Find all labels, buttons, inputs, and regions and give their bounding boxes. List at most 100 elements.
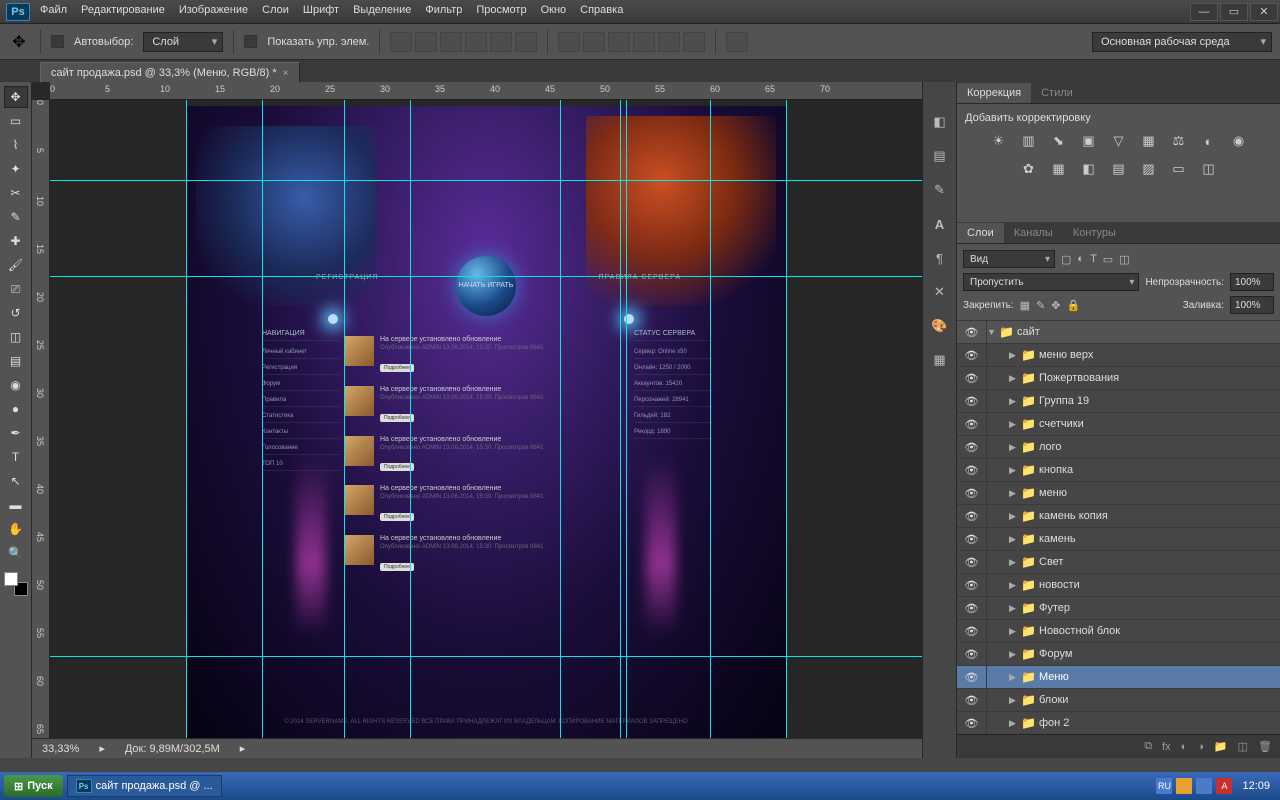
photo-filter-icon[interactable]: ◉	[1229, 132, 1249, 150]
visibility-icon[interactable]: 👁	[957, 528, 987, 550]
distribute-icon[interactable]	[558, 32, 580, 52]
exposure-icon[interactable]: ▣	[1079, 132, 1099, 150]
layer-row[interactable]: 👁▶📁Новостной блок	[957, 620, 1280, 643]
opacity-input[interactable]: 100%	[1230, 273, 1274, 291]
zoom-tool[interactable]: 🔍	[4, 542, 28, 564]
hue-icon[interactable]: ▦	[1139, 132, 1159, 150]
visibility-icon[interactable]: 👁	[957, 413, 987, 435]
menu-item[interactable]: Редактирование	[81, 4, 165, 16]
eraser-tool[interactable]: ◫	[4, 326, 28, 348]
selective-icon[interactable]: ◫	[1199, 160, 1219, 178]
start-button[interactable]: ⊞Пуск	[4, 775, 63, 797]
visibility-icon[interactable]: 👁	[957, 597, 987, 619]
distribute-icon[interactable]	[583, 32, 605, 52]
maximize-button[interactable]: ▭	[1220, 3, 1248, 21]
layers-list[interactable]: 👁▼📁сайт👁▶📁меню верх👁▶📁Пожертвования👁▶📁Гр…	[957, 321, 1280, 734]
visibility-icon[interactable]: 👁	[957, 390, 987, 412]
close-button[interactable]: ✕	[1250, 3, 1278, 21]
path-tool[interactable]: ↖	[4, 470, 28, 492]
align-icon[interactable]	[465, 32, 487, 52]
layer-row[interactable]: 👁▶📁блоки	[957, 689, 1280, 712]
layer-row[interactable]: 👁▶📁Группа 19	[957, 390, 1280, 413]
menu-item[interactable]: Шрифт	[303, 4, 339, 16]
menu-item[interactable]: Окно	[541, 4, 567, 16]
arrange-icon[interactable]	[726, 32, 748, 52]
layer-row[interactable]: 👁▶📁лого	[957, 436, 1280, 459]
blur-tool[interactable]: ◉	[4, 374, 28, 396]
hand-tool[interactable]: ✋	[4, 518, 28, 540]
move-tool[interactable]: ✥	[4, 86, 28, 108]
history-panel-icon[interactable]: ◧	[929, 112, 951, 132]
filter-shape-icon[interactable]: ▭	[1103, 253, 1113, 266]
ruler-horizontal[interactable]: 0510152025303540455055606570	[50, 82, 922, 100]
lock-pixels-icon[interactable]: ▦	[1020, 299, 1030, 312]
mixer-icon[interactable]: ✿	[1019, 160, 1039, 178]
layer-row[interactable]: 👁▶📁Футер	[957, 597, 1280, 620]
clock[interactable]: 12:09	[1236, 780, 1276, 792]
layer-row[interactable]: 👁▶📁Свет	[957, 551, 1280, 574]
heal-tool[interactable]: ✚	[4, 230, 28, 252]
menu-item[interactable]: Выделение	[353, 4, 411, 16]
tray-icon[interactable]	[1176, 778, 1192, 794]
vibrance-icon[interactable]: ▽	[1109, 132, 1129, 150]
invert-icon[interactable]: ◧	[1079, 160, 1099, 178]
layer-row[interactable]: 👁▶📁меню верх	[957, 344, 1280, 367]
balance-icon[interactable]: ⚖	[1169, 132, 1189, 150]
workspace-select[interactable]: Основная рабочая среда	[1092, 32, 1272, 52]
layer-row[interactable]: 👁▼📁сайт	[957, 321, 1280, 344]
char-panel-icon[interactable]: A	[929, 214, 951, 234]
menu-item[interactable]: Просмотр	[476, 4, 526, 16]
brush-tool[interactable]: 🖌	[4, 254, 28, 276]
align-icon[interactable]	[415, 32, 437, 52]
lock-all-icon[interactable]: 🔒	[1067, 299, 1081, 312]
visibility-icon[interactable]: 👁	[957, 459, 987, 481]
props-panel-icon[interactable]: ✕	[929, 282, 951, 302]
actions-panel-icon[interactable]: ▤	[929, 146, 951, 166]
brush-panel-icon[interactable]: ✎	[929, 180, 951, 200]
canvas-stage[interactable]: РЕГИСТРАЦИЯ ПРАВИЛА СЕРВЕРА НАЧАТЬ ИГРАТ…	[50, 100, 922, 738]
menu-item[interactable]: Справка	[580, 4, 623, 16]
zoom-level[interactable]: 33,33%	[42, 743, 79, 755]
tray-icon[interactable]: A	[1216, 778, 1232, 794]
align-icon[interactable]	[515, 32, 537, 52]
autoselect-checkbox[interactable]	[51, 35, 64, 48]
layer-row[interactable]: 👁▶📁новости	[957, 574, 1280, 597]
tab-channels[interactable]: Каналы	[1004, 223, 1063, 243]
menu-item[interactable]: Изображение	[179, 4, 248, 16]
distribute-icon[interactable]	[633, 32, 655, 52]
document-canvas[interactable]: РЕГИСТРАЦИЯ ПРАВИЛА СЕРВЕРА НАЧАТЬ ИГРАТ…	[186, 106, 786, 738]
align-icon[interactable]	[440, 32, 462, 52]
layer-row[interactable]: 👁▶📁фон 2	[957, 712, 1280, 734]
delete-layer-icon[interactable]: 🗑	[1258, 740, 1272, 753]
levels-icon[interactable]: ▥	[1019, 132, 1039, 150]
visibility-icon[interactable]: 👁	[957, 643, 987, 665]
close-tab-icon[interactable]: ×	[283, 68, 289, 79]
layer-row[interactable]: 👁▶📁счетчики	[957, 413, 1280, 436]
visibility-icon[interactable]: 👁	[957, 321, 987, 343]
distribute-icon[interactable]	[683, 32, 705, 52]
wand-tool[interactable]: ✦	[4, 158, 28, 180]
layer-row[interactable]: 👁▶📁Форум	[957, 643, 1280, 666]
tray-icon[interactable]	[1196, 778, 1212, 794]
visibility-icon[interactable]: 👁	[957, 574, 987, 596]
visibility-icon[interactable]: 👁	[957, 666, 987, 688]
lock-paint-icon[interactable]: ✎	[1036, 299, 1045, 312]
lasso-tool[interactable]: ⌇	[4, 134, 28, 156]
tab-styles[interactable]: Стили	[1031, 83, 1083, 103]
para-panel-icon[interactable]: ¶	[929, 248, 951, 268]
lang-indicator[interactable]: RU	[1156, 778, 1172, 794]
posterize-icon[interactable]: ▤	[1109, 160, 1129, 178]
filter-image-icon[interactable]: ▢	[1061, 253, 1071, 266]
crop-tool[interactable]: ✂	[4, 182, 28, 204]
visibility-icon[interactable]: 👁	[957, 689, 987, 711]
distribute-icon[interactable]	[608, 32, 630, 52]
filter-adjust-icon[interactable]: ◐	[1077, 253, 1084, 266]
history-brush-tool[interactable]: ↺	[4, 302, 28, 324]
mask-icon[interactable]: ◐	[1181, 741, 1188, 753]
fill-input[interactable]: 100%	[1230, 296, 1274, 314]
lut-icon[interactable]: ▦	[1049, 160, 1069, 178]
visibility-icon[interactable]: 👁	[957, 344, 987, 366]
autoselect-mode-select[interactable]: Слой	[143, 32, 223, 52]
eyedropper-tool[interactable]: ✎	[4, 206, 28, 228]
swatches-panel-icon[interactable]: 🎨	[929, 316, 951, 336]
